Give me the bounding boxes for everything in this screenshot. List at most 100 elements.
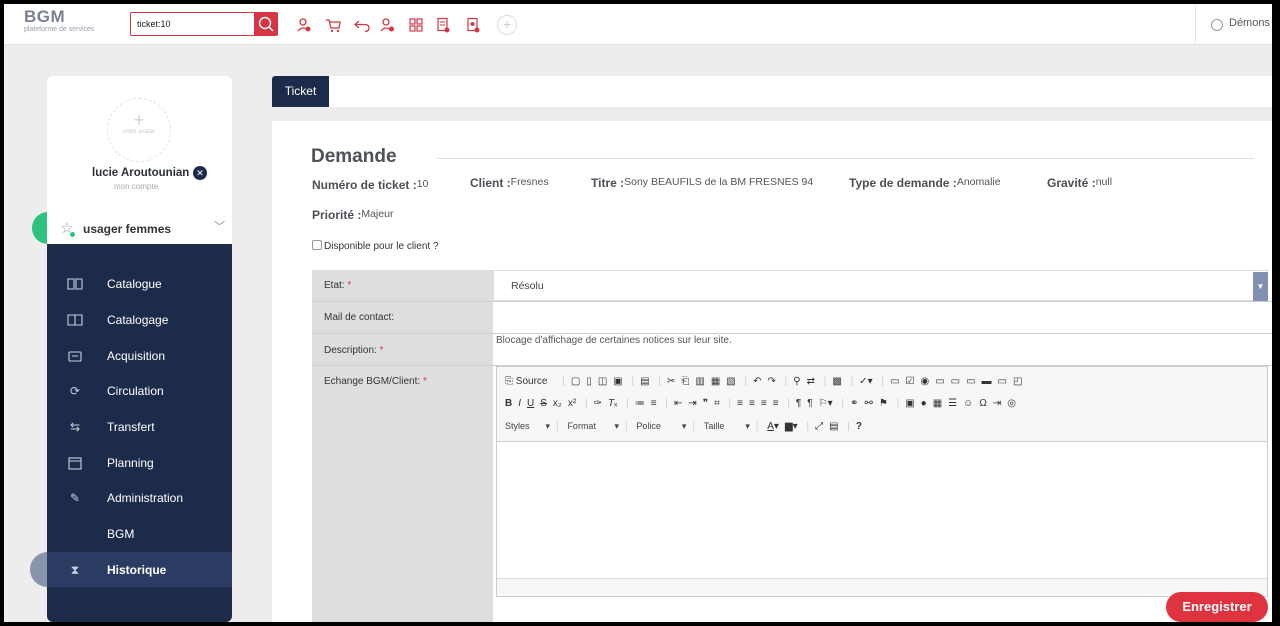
superscript-icon[interactable]: x²: [568, 398, 576, 409]
close-icon[interactable]: ✕: [193, 166, 207, 180]
templates-icon[interactable]: ▤: [640, 376, 649, 387]
textfield-icon[interactable]: ▭: [935, 376, 944, 387]
add-shortcut-button[interactable]: +: [497, 15, 517, 35]
etat-select[interactable]: Résolu: [493, 270, 1268, 301]
profile-selector[interactable]: ☆ usager femmes ﹀: [47, 212, 232, 244]
bullet-list-icon[interactable]: ≡: [651, 398, 657, 409]
document-list-icon[interactable]: [435, 17, 451, 33]
maximize-icon[interactable]: ⤢: [815, 421, 823, 432]
user-menu[interactable]: Démons: [1195, 4, 1272, 45]
account-link[interactable]: mon compte: [114, 182, 158, 191]
description-value[interactable]: Blocage d'affichage de certaines notices…: [496, 335, 732, 346]
sidebar-item-planning[interactable]: Planning: [47, 445, 232, 480]
indent-icon[interactable]: ⇥: [688, 398, 696, 409]
image-icon[interactable]: ▣: [905, 398, 914, 409]
undo-icon[interactable]: ↶: [753, 376, 761, 387]
redo-icon[interactable]: ↷: [768, 376, 776, 387]
sidebar-item-acquisition[interactable]: Acquisition: [47, 338, 232, 373]
text-color-icon[interactable]: A▾: [767, 421, 779, 432]
button-icon[interactable]: ▬: [982, 376, 992, 387]
editor-content-area[interactable]: [497, 441, 1267, 579]
table-icon[interactable]: ▦: [933, 398, 942, 409]
smiley-icon[interactable]: ☺: [963, 398, 973, 409]
anchor-icon[interactable]: ⚑: [879, 398, 888, 409]
chevron-down-icon[interactable]: ▼: [1253, 272, 1268, 301]
select-icon[interactable]: ▭: [966, 376, 975, 387]
size-combo[interactable]: Taille ▾: [704, 421, 750, 435]
page-break-icon[interactable]: ⇥: [993, 398, 1001, 409]
sidebar-item-circulation[interactable]: ⟳ Circulation: [47, 373, 232, 408]
div-icon[interactable]: ⌗: [714, 398, 720, 409]
select-all-icon[interactable]: ▩: [832, 376, 841, 387]
help-icon[interactable]: ?: [856, 421, 862, 432]
paste-word-icon[interactable]: ▧: [726, 376, 735, 387]
paste-text-icon[interactable]: ▦: [711, 376, 720, 387]
horizontal-rule-icon[interactable]: ☰: [948, 398, 957, 409]
save-icon[interactable]: ▢: [571, 376, 580, 387]
preview-icon[interactable]: ◫: [598, 376, 607, 387]
styles-combo[interactable]: Styles ▾: [505, 421, 550, 435]
underline-icon[interactable]: U: [527, 398, 534, 409]
unlink-icon[interactable]: ⚯: [864, 398, 872, 409]
rtl-icon[interactable]: ¶: [807, 398, 812, 409]
ltr-icon[interactable]: ¶: [796, 398, 801, 409]
save-button[interactable]: Enregistrer: [1166, 592, 1268, 622]
source-button[interactable]: ⎘ Source: [505, 376, 553, 387]
show-blocks-icon[interactable]: ▤: [829, 421, 838, 432]
format-combo[interactable]: Format ▾: [567, 421, 619, 435]
search-input[interactable]: [130, 12, 254, 36]
user-alert-icon[interactable]: [379, 17, 395, 33]
tab-ticket[interactable]: Ticket: [272, 76, 329, 107]
image-button-icon[interactable]: ▭: [998, 376, 1007, 387]
copy-format-icon[interactable]: ✑: [594, 398, 602, 409]
hidden-field-icon[interactable]: ◰: [1013, 376, 1022, 387]
align-right-icon[interactable]: ≡: [761, 398, 767, 409]
sidebar-item-catalogue[interactable]: Catalogue: [47, 266, 232, 301]
spellcheck-icon[interactable]: ✓▾: [859, 376, 872, 387]
iframe-icon[interactable]: ◎: [1007, 398, 1016, 409]
sidebar-item-historique[interactable]: ⧗ Historique: [47, 552, 232, 587]
bold-icon[interactable]: B: [505, 398, 512, 409]
special-char-icon[interactable]: Ω: [979, 398, 986, 409]
print-icon[interactable]: ▣: [613, 376, 622, 387]
strike-icon[interactable]: S: [540, 398, 547, 409]
sidebar-item-transfert[interactable]: ⇆ Transfert: [47, 409, 232, 444]
outdent-icon[interactable]: ⇤: [674, 398, 682, 409]
sidebar-item-administration[interactable]: ✎ Administration: [47, 480, 232, 515]
blockquote-icon[interactable]: ❞: [703, 398, 708, 409]
checkbox[interactable]: [312, 240, 322, 250]
search-button[interactable]: [254, 12, 278, 36]
find-icon[interactable]: ⚲: [793, 376, 800, 387]
avatar[interactable]: + votre avatar: [107, 98, 171, 162]
logo[interactable]: BGM plateforme de services: [24, 8, 94, 34]
language-icon[interactable]: ⚐▾: [819, 398, 833, 409]
sidebar-item-bgm[interactable]: BGM: [47, 516, 232, 551]
copy-icon[interactable]: ⎗: [681, 376, 689, 387]
align-center-icon[interactable]: ≡: [749, 398, 755, 409]
justify-icon[interactable]: ≡: [773, 398, 779, 409]
new-page-icon[interactable]: ▯: [586, 376, 592, 387]
radio-icon[interactable]: ◉: [920, 376, 929, 387]
subscript-icon[interactable]: x₂: [553, 398, 562, 409]
numbered-list-icon[interactable]: ≔: [635, 398, 645, 409]
checkbox-icon[interactable]: ☑: [905, 376, 914, 387]
form-icon[interactable]: ▭: [890, 376, 899, 387]
font-combo[interactable]: Police ▾: [636, 421, 686, 435]
document-alert-icon[interactable]: [465, 17, 481, 33]
replace-icon[interactable]: ⇄: [807, 376, 815, 387]
link-icon[interactable]: ⚭: [850, 398, 858, 409]
add-user-icon[interactable]: [296, 17, 312, 33]
sidebar-item-catalogage[interactable]: Catalogage: [47, 302, 232, 337]
client-available-checkbox[interactable]: Disponible pour le client ?: [312, 240, 439, 252]
align-left-icon[interactable]: ≡: [737, 398, 743, 409]
flash-icon[interactable]: ●: [921, 398, 927, 409]
return-icon[interactable]: [354, 17, 370, 33]
remove-format-icon[interactable]: Tₓ: [608, 398, 617, 409]
bg-color-icon[interactable]: ▆▾: [785, 421, 798, 432]
italic-icon[interactable]: I: [518, 398, 521, 409]
textarea-icon[interactable]: ▭: [951, 376, 960, 387]
grid-icon[interactable]: [408, 17, 424, 33]
paste-icon[interactable]: ▥: [695, 376, 704, 387]
cart-icon[interactable]: [325, 17, 341, 33]
cut-icon[interactable]: ✂: [667, 376, 675, 387]
